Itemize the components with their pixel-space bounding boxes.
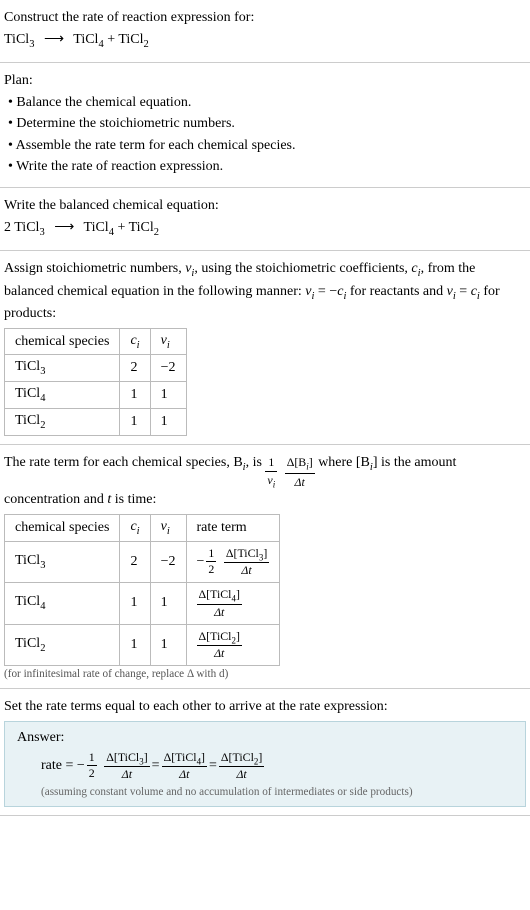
plan-bullet-1: • Balance the chemical equation. xyxy=(4,93,526,113)
section-construct: Construct the rate of reaction expressio… xyxy=(0,0,530,63)
product-1: TiCl4 xyxy=(84,220,114,235)
rate-prefix: rate = − xyxy=(41,758,85,774)
cell-c: 2 xyxy=(120,541,150,582)
infinitesimal-note: (for infinitesimal rate of change, repla… xyxy=(4,668,526,680)
table-header-row: chemical species ci νi rate term xyxy=(5,514,280,541)
plan-bullet-2: • Determine the stoichiometric numbers. xyxy=(4,114,526,134)
fraction-delta: Δ[TiCl3]Δt xyxy=(224,546,269,578)
cell-nu: −2 xyxy=(150,541,186,582)
section-plan: Plan: • Balance the chemical equation. •… xyxy=(0,63,530,188)
cell-species: TiCl3 xyxy=(5,355,120,382)
reactant-1: TiCl3 xyxy=(4,32,34,47)
cell-c: 2 xyxy=(120,355,150,382)
fraction-delta: Δ[TiCl2]Δt xyxy=(197,629,242,661)
table-row: TiCl4 1 1 Δ[TiCl4]Δt xyxy=(5,583,280,624)
cell-species: TiCl2 xyxy=(5,624,120,665)
cell-c: 1 xyxy=(120,624,150,665)
header-c: ci xyxy=(120,328,150,355)
balanced-equation: 2 TiCl3 ⟶ TiCl4 + TiCl2 xyxy=(4,218,526,240)
cell-nu: 1 xyxy=(150,409,186,436)
cell-c: 1 xyxy=(120,409,150,436)
section-rate-expression: Set the rate terms equal to each other t… xyxy=(0,689,530,816)
table-row: TiCl2 1 1 xyxy=(5,409,187,436)
section-stoich: Assign stoichiometric numbers, νi, using… xyxy=(0,251,530,445)
construct-title: Construct the rate of reaction expressio… xyxy=(4,8,526,28)
fraction-half: 12 xyxy=(87,750,97,781)
fraction-term-3: Δ[TiCl2]Δt xyxy=(219,750,264,782)
answer-box: Answer: rate = − 12 Δ[TiCl3]Δt = Δ[TiCl4… xyxy=(4,721,526,807)
unbalanced-equation: TiCl3 ⟶ TiCl4 + TiCl2 xyxy=(4,30,526,52)
rate-term-table: chemical species ci νi rate term TiCl3 2… xyxy=(4,514,280,666)
fraction-coef: 1νi xyxy=(265,454,277,491)
table-row: TiCl4 1 1 xyxy=(5,382,187,409)
plus-sign: + xyxy=(104,32,119,47)
balanced-title: Write the balanced chemical equation: xyxy=(4,196,526,216)
cell-rate-term: Δ[TiCl4]Δt xyxy=(186,583,280,624)
table-row: TiCl3 2 −2 − 12 Δ[TiCl3]Δt xyxy=(5,541,280,582)
c-i: ci xyxy=(411,261,420,276)
answer-label: Answer: xyxy=(17,730,513,746)
table-row: TiCl2 1 1 Δ[TiCl2]Δt xyxy=(5,624,280,665)
product-2: TiCl2 xyxy=(129,220,159,235)
plan-bullet-3: • Assemble the rate term for each chemic… xyxy=(4,136,526,156)
cell-species: TiCl2 xyxy=(5,409,120,436)
header-c: ci xyxy=(120,514,150,541)
reactant-1: TiCl3 xyxy=(14,220,44,235)
cell-c: 1 xyxy=(120,583,150,624)
cell-species: TiCl3 xyxy=(5,541,120,582)
rel-products: νi xyxy=(447,284,456,299)
section-rate-term: The rate term for each chemical species,… xyxy=(0,445,530,689)
nu-i: νi xyxy=(185,261,194,276)
product-2: TiCl2 xyxy=(118,32,148,47)
stoich-intro: Assign stoichiometric numbers, νi, using… xyxy=(4,259,526,324)
coefficient: 2 xyxy=(4,220,14,235)
table-row: TiCl3 2 −2 xyxy=(5,355,187,382)
rate-expression-title: Set the rate terms equal to each other t… xyxy=(4,697,526,717)
header-rate-term: rate term xyxy=(186,514,280,541)
cell-c: 1 xyxy=(120,382,150,409)
fraction-delta: Δ[Bi]Δt xyxy=(285,454,315,491)
cell-rate-term: − 12 Δ[TiCl3]Δt xyxy=(186,541,280,582)
plus-sign: + xyxy=(114,220,129,235)
cell-nu: 1 xyxy=(150,624,186,665)
fraction-delta: Δ[TiCl4]Δt xyxy=(197,587,242,619)
header-species: chemical species xyxy=(5,514,120,541)
product-1: TiCl4 xyxy=(73,32,103,47)
cell-species: TiCl4 xyxy=(5,382,120,409)
fraction-term-2: Δ[TiCl4]Δt xyxy=(162,750,207,782)
plan-title: Plan: xyxy=(4,71,526,91)
plan-bullet-4: • Write the rate of reaction expression. xyxy=(4,157,526,177)
header-nu: νi xyxy=(150,328,186,355)
equals-sign: = xyxy=(152,758,160,774)
cell-nu: 1 xyxy=(150,583,186,624)
section-balanced: Write the balanced chemical equation: 2 … xyxy=(0,188,530,251)
answer-equation: rate = − 12 Δ[TiCl3]Δt = Δ[TiCl4]Δt = Δ[… xyxy=(17,750,513,782)
table-header-row: chemical species ci νi xyxy=(5,328,187,355)
header-nu: νi xyxy=(150,514,186,541)
fraction-half: 12 xyxy=(206,546,216,577)
cell-rate-term: Δ[TiCl2]Δt xyxy=(186,624,280,665)
arrow-icon: ⟶ xyxy=(54,218,74,238)
header-species: chemical species xyxy=(5,328,120,355)
arrow-icon: ⟶ xyxy=(44,30,64,50)
fraction-term-1: Δ[TiCl3]Δt xyxy=(104,750,149,782)
equals-sign: = xyxy=(209,758,217,774)
cell-nu: 1 xyxy=(150,382,186,409)
cell-species: TiCl4 xyxy=(5,583,120,624)
answer-note: (assuming constant volume and no accumul… xyxy=(17,786,513,798)
cell-nu: −2 xyxy=(150,355,186,382)
rate-term-intro: The rate term for each chemical species,… xyxy=(4,453,526,510)
stoich-table: chemical species ci νi TiCl3 2 −2 TiCl4 … xyxy=(4,328,187,436)
